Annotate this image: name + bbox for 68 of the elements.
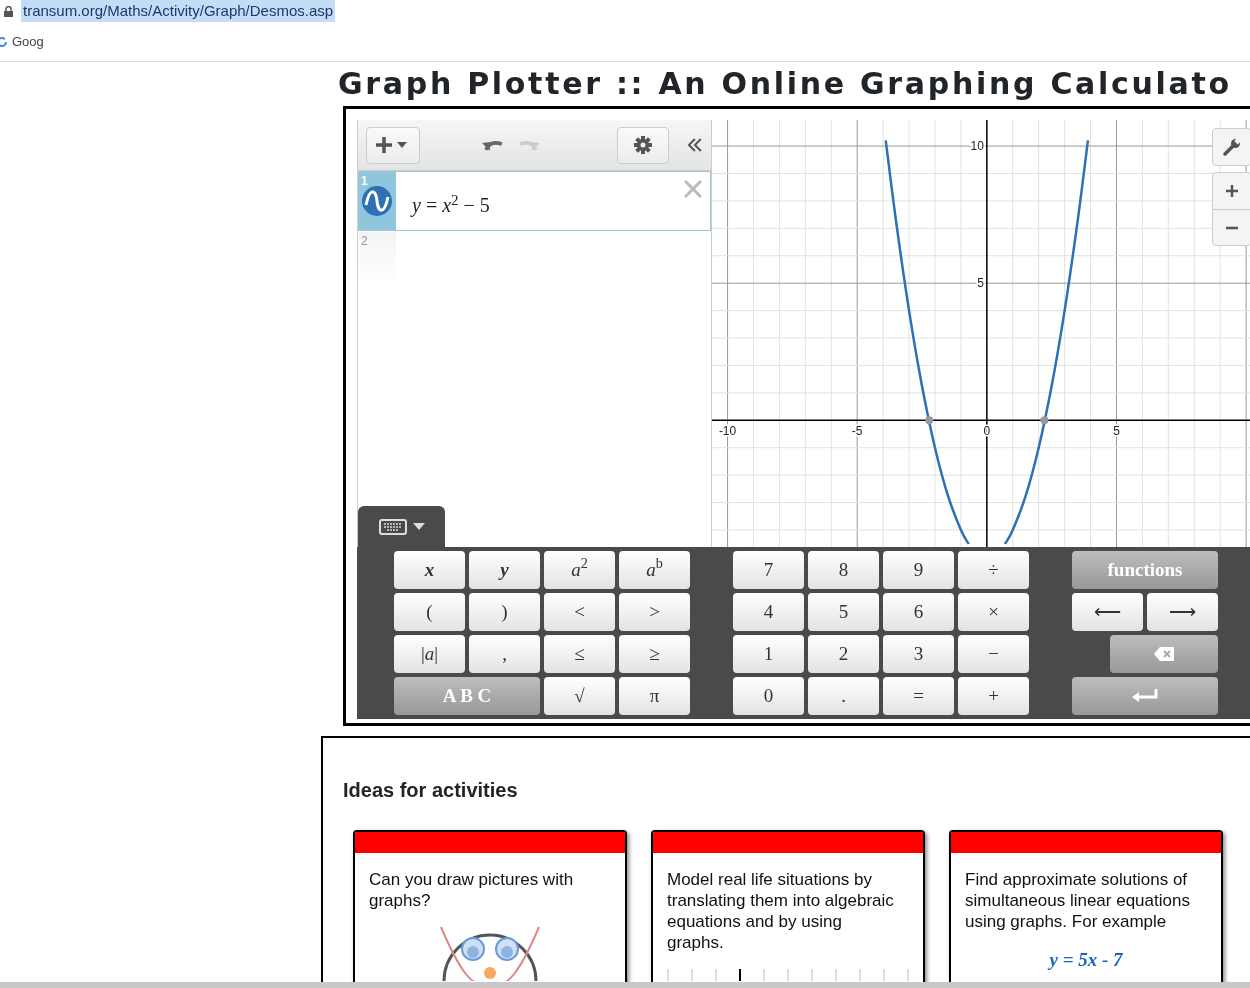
- scrollbar[interactable]: [0, 982, 1250, 988]
- keyboard-icon: [378, 518, 407, 535]
- settings-button[interactable]: [616, 126, 670, 164]
- key-button[interactable]: ): [469, 593, 540, 631]
- backspace-button[interactable]: [1110, 635, 1218, 673]
- wrench-icon: [1223, 138, 1241, 156]
- section-heading: Ideas for activities: [343, 778, 519, 802]
- key-button[interactable]: ⟶: [1147, 593, 1218, 631]
- key-button[interactable]: ÷: [958, 551, 1029, 589]
- add-button[interactable]: [366, 126, 420, 164]
- key-button[interactable]: .: [808, 677, 879, 715]
- key-button[interactable]: a$^{b}$: [619, 551, 690, 589]
- key-button[interactable]: 5: [808, 593, 879, 631]
- key-button[interactable]: ×: [958, 593, 1029, 631]
- tick-label: 5: [977, 276, 984, 291]
- key-button[interactable]: −: [958, 635, 1029, 673]
- key-button[interactable]: a$^{2}$: [544, 551, 615, 589]
- key-button[interactable]: 4: [733, 593, 804, 631]
- expression-row[interactable]: 1 y = x$^{2}$ − 5: [358, 171, 711, 231]
- key-button[interactable]: ≤: [544, 635, 615, 673]
- key-button[interactable]: <: [544, 593, 615, 631]
- key-button[interactable]: ≥: [619, 635, 690, 673]
- card-text: Can you draw pictures with graphs?: [368, 869, 575, 911]
- intercept-point[interactable]: [1040, 416, 1049, 425]
- math-expression: y = x$^{2}$ − 5: [412, 190, 490, 219]
- tick-label: -10: [718, 424, 737, 439]
- key-button[interactable]: 7: [733, 551, 804, 589]
- google-icon: [0, 35, 8, 48]
- tick-label: 10: [970, 139, 984, 154]
- key-button[interactable]: ⟵: [1072, 593, 1143, 631]
- key-button[interactable]: 1: [733, 635, 804, 673]
- key-button[interactable]: 0: [733, 677, 804, 715]
- line-number: 1: [361, 173, 368, 190]
- key-button[interactable]: ,: [469, 635, 540, 673]
- keyboard-toggle[interactable]: [358, 506, 445, 547]
- key-button[interactable]: 3: [883, 635, 954, 673]
- curve-icon[interactable]: [362, 186, 392, 216]
- minus-icon: [1225, 225, 1239, 230]
- equation-text: y = 5x - 7: [1046, 948, 1124, 972]
- lock-icon: [4, 5, 13, 17]
- tick-label: -5: [851, 424, 863, 439]
- backspace-icon: [1154, 647, 1174, 661]
- key-button[interactable]: π: [619, 677, 690, 715]
- intercept-point[interactable]: [925, 416, 934, 425]
- key-button[interactable]: |a|: [394, 635, 465, 673]
- bookmark-link[interactable]: Goog: [0, 31, 44, 52]
- card-text: Model real life situations by translating them into algebraic equations and by using graphs.: [666, 869, 895, 953]
- key-button[interactable]: (: [394, 593, 465, 631]
- key-button[interactable]: >: [619, 593, 690, 631]
- key-button[interactable]: +: [958, 677, 1029, 715]
- url-text[interactable]: transum.org/Maths/Activity/Graph/Desmos.asp: [21, 0, 336, 23]
- plus-icon: [1225, 184, 1239, 198]
- key-button[interactable]: √: [544, 677, 615, 715]
- key-button[interactable]: 9: [883, 551, 954, 589]
- enter-icon: [1132, 689, 1158, 703]
- card-text: Find approximate solutions of simultaneous linear equations using graphs. For example: [964, 869, 1191, 932]
- key-button[interactable]: x: [394, 551, 465, 589]
- key-button[interactable]: 6: [883, 593, 954, 631]
- settings-icon: [633, 136, 652, 154]
- key-button[interactable]: 8: [808, 551, 879, 589]
- line-number: 2: [361, 233, 368, 250]
- collapse-icon[interactable]: [687, 137, 703, 153]
- key-button[interactable]: y: [469, 551, 540, 589]
- tick-label: 5: [1113, 424, 1120, 439]
- key-button[interactable]: 2: [808, 635, 879, 673]
- key-button[interactable]: =: [883, 677, 954, 715]
- caret-icon: [412, 523, 425, 530]
- page-title: Graph Plotter :: An Online Graphing Calculato: [338, 65, 1233, 103]
